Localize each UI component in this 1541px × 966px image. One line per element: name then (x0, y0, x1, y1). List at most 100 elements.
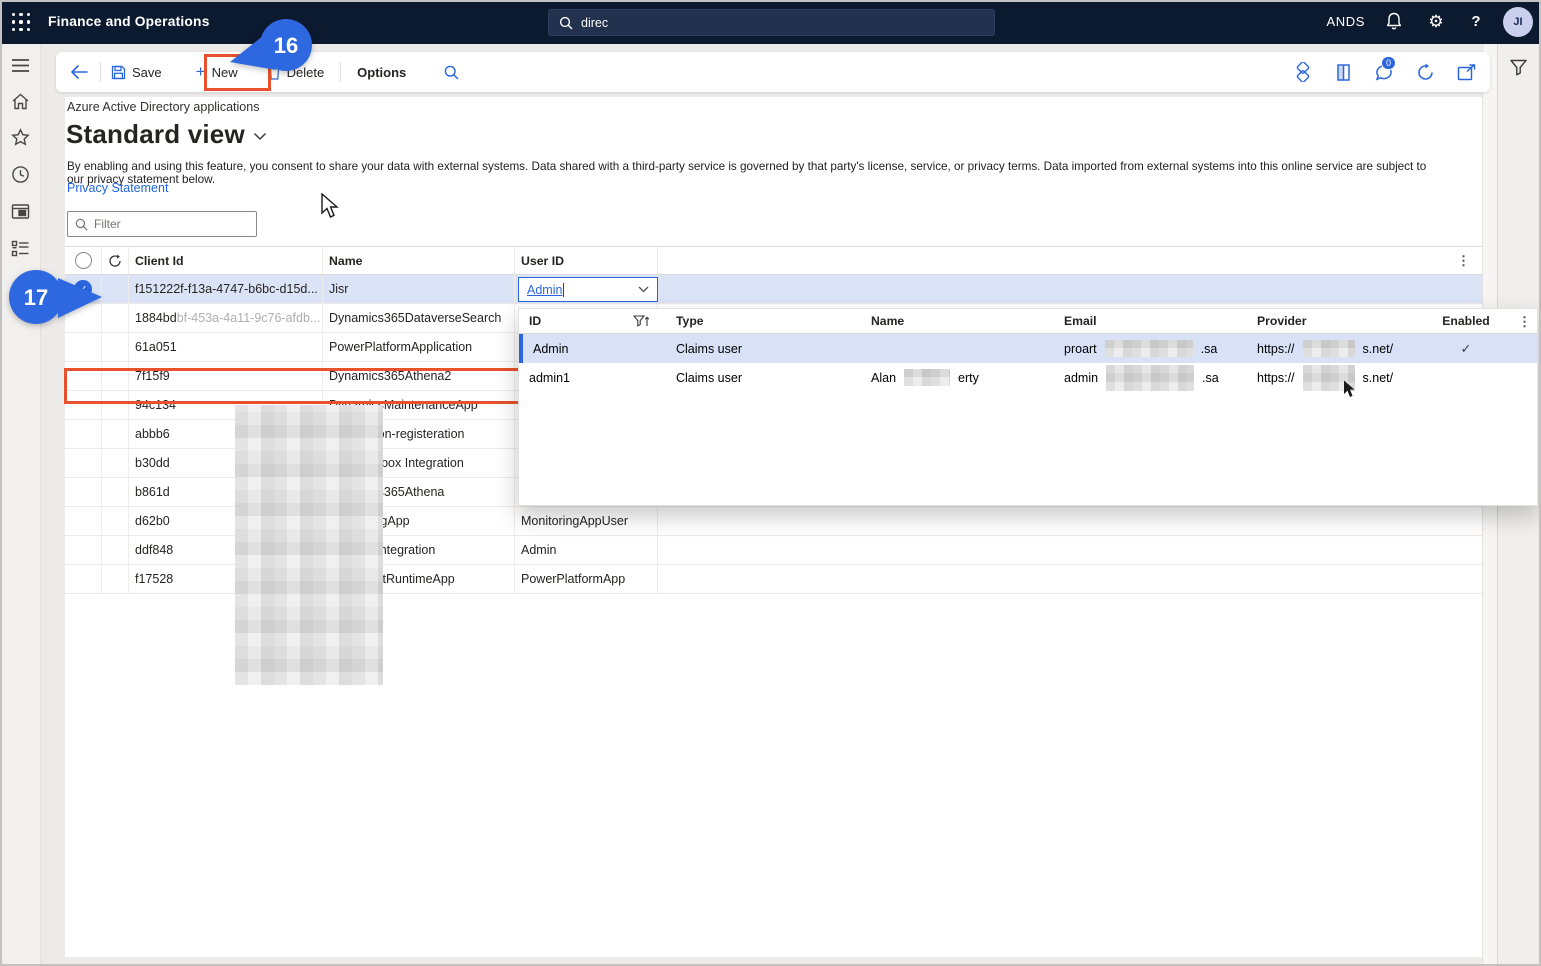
privacy-statement-link[interactable]: Privacy Statement (67, 181, 168, 195)
lookup-provider-cell[interactable]: https://s.net/ (1247, 365, 1421, 391)
refresh-grid-icon[interactable] (102, 247, 129, 274)
view-selector[interactable]: Standard view (66, 119, 267, 150)
lookup-row-selected[interactable]: AdminClaims user proart.sahttps://s.net/✓ (519, 334, 1537, 363)
redacted-text (1303, 365, 1355, 391)
lookup-column-id[interactable]: ID (519, 314, 666, 328)
redacted-text (1303, 340, 1355, 357)
callout-step-17: 17 (6, 268, 106, 330)
user-id-combobox[interactable]: Admin (518, 277, 658, 302)
filter-input[interactable] (94, 217, 244, 231)
lookup-name-cell[interactable]: Alanerty (861, 369, 1054, 386)
view-title-label: Standard view (66, 119, 245, 150)
home-icon[interactable] (11, 92, 30, 111)
name-cell[interactable]: Dynamics365DataverseSearch (323, 304, 515, 332)
lookup-type-cell[interactable]: Claims user (666, 342, 861, 356)
save-icon (111, 65, 126, 80)
lookup-column-type[interactable]: Type (666, 314, 861, 328)
options-button[interactable]: Options (347, 52, 416, 92)
column-header-name[interactable]: Name (323, 247, 515, 274)
consent-text: By enabling and using this feature, you … (67, 160, 1427, 186)
name-cell[interactable]: PowerPlatformApplication (323, 333, 515, 361)
hamburger-menu-icon[interactable] (11, 56, 30, 75)
toolbar-search-button[interactable] (434, 52, 469, 92)
app-window: Finance and Operations ANDS ⚙ ? JI (0, 0, 1541, 966)
row-select-checkbox[interactable] (65, 362, 102, 390)
client-id-cell[interactable]: f151222f-f13a-4747-b6bc-d15d... (129, 275, 323, 303)
row-select-checkbox[interactable] (65, 333, 102, 361)
lookup-column-provider[interactable]: Provider (1247, 314, 1421, 328)
back-button[interactable] (56, 52, 100, 92)
lookup-column-name[interactable]: Name (861, 314, 1054, 328)
column-header-client-id[interactable]: Client Id (129, 247, 323, 274)
notifications-bell-icon[interactable] (1383, 11, 1405, 33)
row-select-checkbox[interactable] (65, 449, 102, 477)
lookup-id-cell[interactable]: Admin (523, 342, 666, 356)
row-select-checkbox[interactable] (65, 536, 102, 564)
plus-icon: + (196, 62, 206, 82)
help-icon[interactable]: ? (1465, 11, 1487, 33)
message-count-badge: 0 (1381, 56, 1396, 70)
save-label: Save (132, 65, 162, 80)
lookup-type-cell[interactable]: Claims user (666, 371, 861, 385)
row-refresh-cell (102, 478, 129, 506)
grid-options-kebab-icon[interactable]: ⋮ (1457, 253, 1470, 269)
name-cell[interactable]: Dynamics365Athena2 (323, 362, 515, 390)
user-id-lookup-flyout: ID Type Name Email Provider Enabled ⋮ Ad… (518, 308, 1538, 506)
user-id-cell[interactable]: Admin (515, 536, 658, 564)
favorites-star-icon[interactable] (11, 128, 30, 147)
lookup-options-kebab-icon[interactable]: ⋮ (1518, 314, 1531, 330)
power-apps-icon[interactable] (1293, 62, 1313, 82)
lookup-row[interactable]: admin1Claims userAlanertyadmin.sahttps:/… (519, 363, 1537, 392)
waffle-menu-icon[interactable] (12, 13, 31, 32)
name-cell[interactable]: Jisr (323, 275, 515, 303)
search-icon (444, 65, 459, 80)
row-refresh-cell (102, 362, 129, 390)
redacted-client-ids (235, 405, 383, 685)
client-id-cell[interactable]: 1884bdbf-453a-4a11-9c76-afdb... (129, 304, 323, 332)
recent-clock-icon[interactable] (11, 165, 30, 184)
combobox-value: Admin (527, 283, 564, 297)
column-header-user-id[interactable]: User ID (515, 247, 658, 274)
row-refresh-cell (102, 536, 129, 564)
row-select-checkbox[interactable] (65, 391, 102, 419)
global-search-input[interactable] (581, 16, 961, 30)
save-button[interactable]: Save (101, 52, 172, 92)
row-select-checkbox[interactable] (65, 478, 102, 506)
row-filler (658, 536, 1482, 564)
lookup-enabled-cell[interactable]: ✓ (1421, 341, 1511, 357)
lookup-id-cell[interactable]: admin1 (519, 371, 666, 385)
filter-funnel-icon[interactable] (1509, 58, 1528, 82)
filter-sort-icon (633, 315, 650, 328)
settings-gear-icon[interactable]: ⚙ (1425, 11, 1447, 33)
messages-icon[interactable]: 0 (1374, 63, 1394, 82)
row-select-checkbox[interactable] (65, 420, 102, 448)
workspaces-icon[interactable] (11, 202, 30, 221)
lookup-column-enabled[interactable]: Enabled (1421, 314, 1511, 328)
user-avatar[interactable]: JI (1503, 7, 1533, 37)
user-id-cell[interactable]: PowerPlatformApp (515, 565, 658, 593)
lookup-provider-cell[interactable]: https://s.net/ (1247, 340, 1421, 357)
callout-17-number: 17 (24, 285, 48, 310)
lookup-email-cell[interactable]: admin.sa (1054, 365, 1247, 391)
global-search[interactable] (548, 9, 995, 36)
user-id-cell[interactable]: MonitoringAppUser (515, 507, 658, 535)
lookup-rows: AdminClaims userproart.sahttps://s.net/✓… (519, 334, 1537, 392)
page-content: Azure Active Directory applications Stan… (65, 97, 1482, 957)
table-row-selected[interactable]: ✓ f151222f-f13a-4747-b6bc-d15d... Jisr A… (65, 275, 1482, 304)
row-refresh-cell (102, 333, 129, 361)
lookup-column-email[interactable]: Email (1054, 314, 1247, 328)
modules-list-icon[interactable] (11, 239, 30, 258)
row-select-checkbox[interactable] (65, 507, 102, 535)
filter-box[interactable] (67, 211, 257, 237)
options-label: Options (357, 65, 406, 80)
search-icon (75, 218, 88, 231)
row-refresh-cell (102, 565, 129, 593)
open-in-new-window-icon[interactable] (1457, 64, 1476, 81)
refresh-icon[interactable] (1416, 63, 1435, 82)
lookup-email-cell[interactable]: proart.sa (1054, 340, 1247, 357)
redacted-text (904, 369, 950, 386)
row-select-checkbox[interactable] (65, 565, 102, 593)
client-id-cell[interactable]: 7f15f9 (129, 362, 323, 390)
task-guide-icon[interactable] (1335, 63, 1352, 82)
client-id-cell[interactable]: 61a051 (129, 333, 323, 361)
